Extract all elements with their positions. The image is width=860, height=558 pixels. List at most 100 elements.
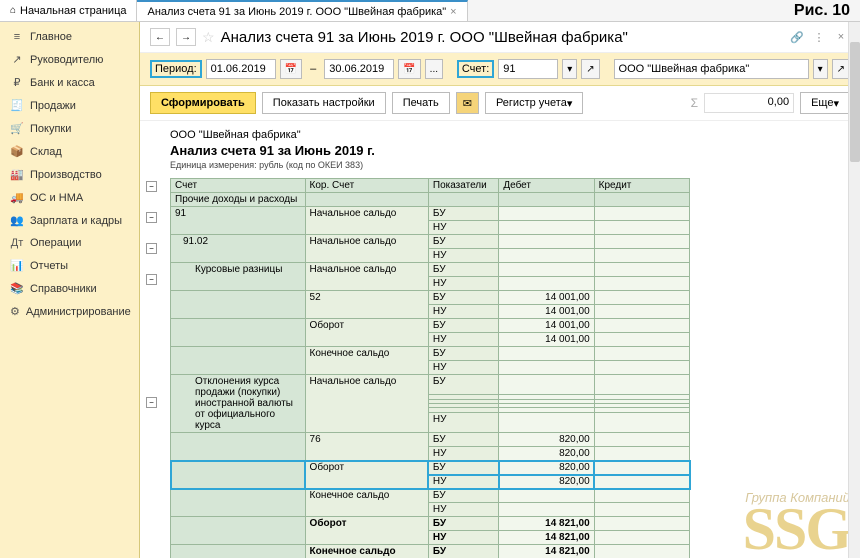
- register-button[interactable]: Регистр учета ▾: [485, 92, 583, 114]
- table-row[interactable]: Курсовые разницыНачальное сальдоБУ: [171, 263, 690, 277]
- sidebar: ≡Главное ↗ Руководителю ₽Банк и касса🧾Прода…: [0, 22, 140, 558]
- sidebar-icon: 📚: [10, 282, 24, 295]
- org-dropdown-icon[interactable]: ▾: [813, 59, 828, 79]
- nav-back-button[interactable]: ←: [150, 28, 170, 46]
- sidebar-icon: 🏭: [10, 168, 24, 181]
- more-button[interactable]: Еще ▾: [800, 92, 850, 114]
- report-area: − − − − − ООО "Швейная фабрика" Анализ с…: [140, 121, 860, 558]
- main-area: ← → ☆ Анализ счета 91 за Июнь 2019 г. ОО…: [140, 22, 860, 558]
- sidebar-item[interactable]: ↗ Руководителю: [0, 48, 139, 71]
- table-row[interactable]: ОборотБУ14 821,00: [171, 517, 690, 531]
- table-row[interactable]: Конечное сальдоБУ: [171, 489, 690, 503]
- more-icon[interactable]: ⋮: [810, 28, 828, 46]
- sidebar-item[interactable]: ₽Банк и касса: [0, 71, 139, 94]
- tab-current[interactable]: Анализ счета 91 за Июнь 2019 г. ООО "Шве…: [137, 0, 467, 21]
- tab-bar: ⌂ Начальная страница Анализ счета 91 за …: [0, 0, 860, 22]
- tree-node[interactable]: −: [146, 274, 157, 285]
- scrollbar-vertical[interactable]: [848, 22, 860, 558]
- sidebar-item[interactable]: 🏭 Производство: [0, 163, 139, 186]
- close-icon[interactable]: ×: [450, 6, 456, 18]
- table-row[interactable]: 91Начальное сальдоБУ: [171, 207, 690, 221]
- nav-forward-button[interactable]: →: [176, 28, 196, 46]
- sidebar-label: Производство: [30, 169, 102, 181]
- page-title: Анализ счета 91 за Июнь 2019 г. ООО "Шве…: [221, 29, 782, 46]
- print-button[interactable]: Печать: [392, 92, 450, 114]
- account-open-icon[interactable]: ↗: [581, 59, 599, 79]
- tab-home[interactable]: ⌂ Начальная страница: [0, 0, 137, 21]
- period-dash: –: [306, 61, 320, 77]
- org-input[interactable]: [614, 59, 809, 79]
- col-cor: Кор. Счет: [305, 179, 428, 193]
- sidebar-item[interactable]: 🧾Продажи: [0, 94, 139, 117]
- sidebar-item[interactable]: 📊Отчеты: [0, 254, 139, 277]
- tree-collapse: − − − − −: [146, 181, 157, 410]
- sidebar-icon: 👥: [10, 214, 24, 227]
- sidebar-label: Руководителю: [30, 54, 103, 66]
- sidebar-label: Продажи: [30, 100, 76, 112]
- report-title: Анализ счета 91 за Июнь 2019 г.: [170, 143, 850, 158]
- table-row[interactable]: 76БУ820,00: [171, 433, 690, 447]
- form-button[interactable]: Сформировать: [150, 92, 256, 114]
- sidebar-icon: ↗: [10, 53, 24, 66]
- sidebar-label: Зарплата и кадры: [30, 215, 122, 227]
- mail-button[interactable]: ✉: [456, 92, 479, 114]
- sidebar-item[interactable]: ⚙ Администрирование: [0, 300, 139, 323]
- col-credit: Кредит: [594, 179, 689, 193]
- scroll-thumb[interactable]: [850, 42, 860, 162]
- tree-node[interactable]: −: [146, 181, 157, 192]
- calendar-to-icon[interactable]: 📅: [398, 59, 420, 79]
- tree-node[interactable]: −: [146, 397, 157, 408]
- filter-bar: Период: 📅 – 📅 ... Счет: ▾ ↗ ▾ ↗: [140, 53, 860, 86]
- account-input[interactable]: [498, 59, 558, 79]
- sidebar-item[interactable]: 👥 Зарплата и кадры: [0, 209, 139, 232]
- date-to-input[interactable]: [324, 59, 394, 79]
- tree-node[interactable]: −: [146, 212, 157, 223]
- report-table: Счет Кор. Счет Показатели Дебет Кредит П…: [170, 178, 690, 558]
- report-org: ООО "Швейная фабрика": [170, 129, 850, 141]
- sidebar-label: Банк и касса: [30, 77, 95, 89]
- tree-node[interactable]: −: [146, 243, 157, 254]
- sidebar-icon: 🛒: [10, 122, 24, 135]
- settings-button[interactable]: Показать настройки: [262, 92, 386, 114]
- figure-label: Рис. 10: [794, 2, 850, 20]
- sidebar-label: Главное: [30, 31, 72, 43]
- table-row[interactable]: Отклонения курса продажи (покупки) иност…: [171, 375, 690, 395]
- date-from-input[interactable]: [206, 59, 276, 79]
- sidebar-item[interactable]: 🛒 Покупки: [0, 117, 139, 140]
- titlebar: ← → ☆ Анализ счета 91 за Июнь 2019 г. ОО…: [140, 22, 860, 53]
- sum-value: 0,00: [704, 93, 794, 113]
- period-ellipsis-button[interactable]: ...: [425, 59, 443, 79]
- sidebar-item[interactable]: 📚 Справочники: [0, 277, 139, 300]
- link-icon[interactable]: 🔗: [788, 28, 806, 46]
- sidebar-icon: ⚙: [10, 305, 20, 318]
- sidebar-item[interactable]: 🚚ОС и НМА: [0, 186, 139, 209]
- table-row[interactable]: Конечное сальдоБУ14 821,00: [171, 545, 690, 558]
- sidebar-item[interactable]: Дт Операции: [0, 232, 139, 254]
- account-dropdown-icon[interactable]: ▾: [562, 59, 577, 79]
- calendar-from-icon[interactable]: 📅: [280, 59, 302, 79]
- tab-home-label: Начальная страница: [20, 5, 126, 17]
- table-row[interactable]: 52БУ14 001,00: [171, 291, 690, 305]
- sidebar-icon: 🚚: [10, 191, 24, 204]
- col-debit: Дебет: [499, 179, 594, 193]
- table-row[interactable]: ОборотБУ14 001,00: [171, 319, 690, 333]
- table-row[interactable]: 91.02Начальное сальдоБУ: [171, 235, 690, 249]
- sidebar-item[interactable]: 📦 Склад: [0, 140, 139, 163]
- watermark: Группа Компаний SSG: [743, 490, 850, 553]
- table-row[interactable]: Конечное сальдоБУ: [171, 347, 690, 361]
- table-row[interactable]: ОборотБУ820,00: [171, 461, 690, 475]
- toolbar: Сформировать Показать настройки Печать ✉…: [140, 86, 860, 121]
- sidebar-label: Справочники: [30, 283, 97, 295]
- sidebar-label: Операции: [30, 237, 81, 249]
- sidebar-item[interactable]: ≡Главное: [0, 26, 139, 48]
- star-icon[interactable]: ☆: [202, 29, 215, 46]
- report-unit: Единица измерения: рубль (код по ОКЕИ 38…: [170, 160, 850, 170]
- sidebar-label: Отчеты: [30, 260, 68, 272]
- sidebar-label: Администрирование: [26, 306, 131, 318]
- sidebar-label: Покупки: [30, 123, 71, 135]
- period-label: Период:: [150, 60, 202, 78]
- sidebar-icon: 📦: [10, 145, 24, 158]
- sidebar-label: Склад: [30, 146, 62, 158]
- sidebar-icon: Дт: [10, 237, 24, 249]
- account-label: Счет:: [457, 60, 494, 78]
